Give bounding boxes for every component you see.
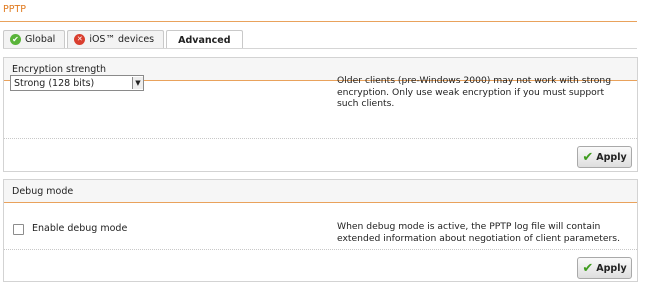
error-circle-icon: ✕ [74,34,86,45]
tab-label: Global [25,34,56,45]
page-title: PPTP [3,4,26,15]
tab-label: iOS™ devices [89,34,155,45]
chevron-down-icon[interactable]: ▼ [132,77,143,89]
tab-bar: ✔ Global ✕ iOS™ devices Advanced [3,30,245,49]
apply-label: Apply [596,262,627,274]
row-divider [4,249,637,250]
tab-ios-devices[interactable]: ✕ iOS™ devices [67,30,165,48]
debug-panel: Debug mode Enable debug mode When debug … [3,179,638,282]
tab-advanced[interactable]: Advanced [166,30,243,49]
tab-divider [3,48,637,49]
encryption-strength-select[interactable]: Strong (128 bits) ▼ [10,75,144,91]
check-icon: ✔ [582,149,594,165]
title-divider [0,21,637,22]
apply-button[interactable]: ✔ Apply [577,146,632,168]
panel-heading: Debug mode [4,180,637,203]
select-value: Strong (128 bits) [14,77,95,89]
tab-label: Advanced [178,34,231,46]
check-icon: ✔ [582,260,594,276]
check-circle-icon: ✔ [10,34,21,45]
apply-button[interactable]: ✔ Apply [577,257,632,279]
encryption-panel: Encryption strength Strong (128 bits) ▼ … [3,57,638,172]
row-divider [4,138,637,139]
debug-mode-checkbox[interactable] [13,224,24,235]
debug-mode-label[interactable]: Enable debug mode [32,223,127,234]
debug-help-text: When debug mode is active, the PPTP log … [337,221,620,244]
tab-global[interactable]: ✔ Global [3,30,66,48]
encryption-help-text: Older clients (pre-Windows 2000) may not… [337,75,612,109]
apply-label: Apply [596,151,627,163]
